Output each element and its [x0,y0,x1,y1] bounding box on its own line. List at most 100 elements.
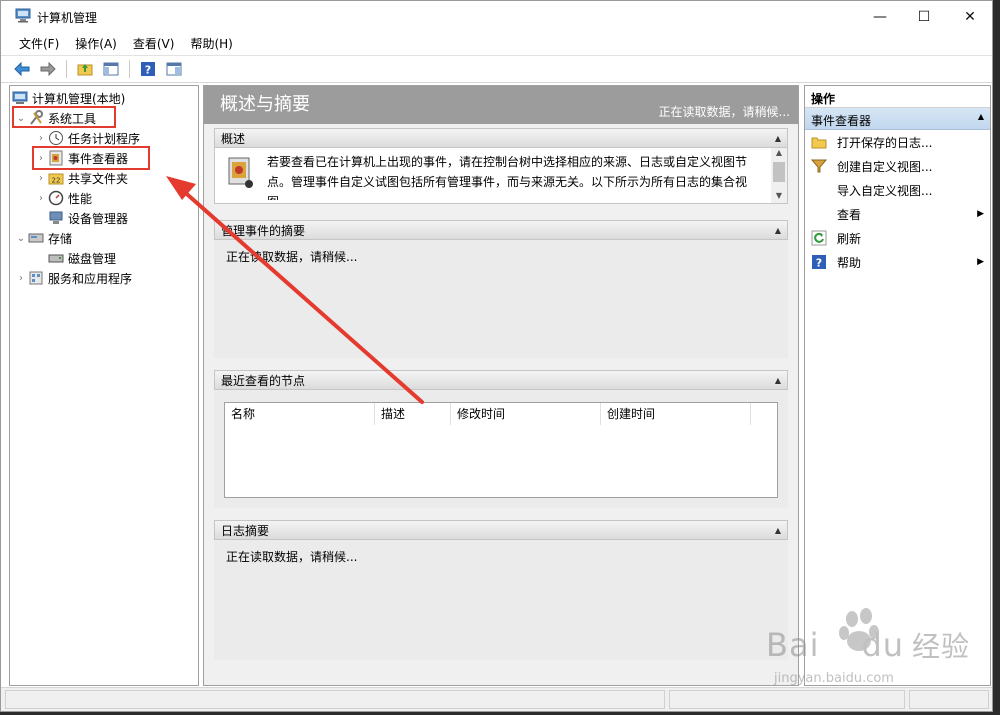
collapse-icon[interactable]: ▲ [775,134,781,143]
collapse-icon[interactable]: ▲ [775,526,781,535]
filter-icon [811,159,827,173]
menu-action[interactable]: 操作(A) [67,32,125,54]
actions-section-label: 事件查看器 [811,114,872,128]
show-hide-tree-button[interactable] [100,58,122,80]
help-button[interactable]: ? [137,58,159,80]
recent-nodes-table: 名称 描述 修改时间 创建时间 [224,402,778,498]
action-refresh[interactable]: 刷新 [805,226,990,250]
column-header-modified[interactable]: 修改时间 [451,403,601,425]
disk-icon [48,254,64,263]
submenu-arrow-icon: ▶ [977,257,984,267]
section-title: 管理事件的摘要 [221,223,306,238]
overview-description: 若要查看已在计算机上出现的事件，请在控制台树中选择相应的来源、日志或自定义视图节… [267,155,747,200]
annotation-box-system-tools [12,106,116,128]
collapse-icon[interactable]: ▲ [775,376,781,385]
clock-icon [49,131,63,145]
tree-item-storage[interactable]: ⌄ 存储 [14,228,72,248]
section-title: 日志摘要 [221,523,270,538]
toolbar-separator [129,60,130,78]
admin-events-section-header[interactable]: 管理事件的摘要 ▲ [214,220,788,240]
refresh-icon [811,230,827,246]
help-icon: ? [812,255,826,270]
recent-nodes-section-header[interactable]: 最近查看的节点 ▲ [214,370,788,390]
watermark-brand2: du [861,626,905,664]
column-header-name[interactable]: 名称 [225,403,375,425]
chevron-right-icon[interactable]: › [34,173,48,184]
overview-body: 若要查看已在计算机上出现的事件，请在控制台树中选择相应的来源、日志或自定义视图节… [214,148,788,204]
tree-item-device-manager[interactable]: 设备管理器 [48,208,128,228]
tree-item-label: 共享文件夹 [68,171,129,186]
tree-item-root[interactable]: 计算机管理(本地) [12,88,125,108]
back-arrow-icon [14,62,30,76]
action-view[interactable]: 查看 ▶ [805,202,990,226]
watermark-url: jingyan.baidu.com [774,671,894,686]
action-label: 刷新 [837,231,862,246]
action-open-saved-log[interactable]: 打开保存的日志... [805,130,990,154]
chevron-right-icon[interactable]: › [34,133,48,144]
center-header: 概述与摘要 正在读取数据，请稍候... [204,86,798,124]
section-title: 概述 [221,131,246,146]
actions-section-event-viewer[interactable]: 事件查看器 ▲ [805,108,990,130]
column-header-created[interactable]: 创建时间 [601,403,751,425]
properties-button[interactable] [163,58,185,80]
column-header-description[interactable]: 描述 [375,403,451,425]
window-title: 计算机管理 [37,11,98,25]
annotation-box-event-viewer [32,146,150,170]
menu-file[interactable]: 文件(F) [11,32,67,54]
action-help[interactable]: ? 帮助 ▶ [805,250,990,274]
shared-folder-icon: 22 [48,173,64,185]
performance-icon [48,190,64,206]
scroll-thumb[interactable] [773,162,785,182]
menu-help[interactable]: 帮助(H) [182,32,240,54]
svg-text:?: ? [145,64,151,77]
tree-item-task-scheduler[interactable]: › 任务计划程序 [34,128,140,148]
scroll-down-icon[interactable]: ▼ [771,191,787,203]
log-summary-loading-text: 正在读取数据，请稍候... [226,550,358,564]
action-label: 创建自定义视图... [837,159,933,174]
chevron-right-icon[interactable]: › [14,273,28,284]
action-label: 导入自定义视图... [837,183,933,198]
close-button[interactable]: ✕ [947,1,993,32]
forward-button[interactable] [37,58,59,80]
baidu-watermark: Bai du 经验 jingyan.baidu.com [760,605,990,695]
tree-item-shared-folders[interactable]: › 22 共享文件夹 [34,168,128,188]
title-bar: 计算机管理 — ☐ ✕ [1,1,992,32]
console-tree: 计算机管理(本地) ⌄ 系统工具 › 任务计划程序 › 事件查看器 › 22 共… [9,85,199,686]
tree-item-performance[interactable]: › 性能 [34,188,92,208]
log-summary-section: 日志摘要 ▲ 正在读取数据，请稍候... [214,520,788,660]
storage-icon [28,233,44,243]
svg-text:22: 22 [52,177,61,185]
properties-icon [166,62,182,76]
action-create-custom-view[interactable]: 创建自定义视图... [805,154,990,178]
collapse-icon[interactable]: ▲ [978,112,984,125]
maximize-button[interactable]: ☐ [901,1,947,32]
chevron-right-icon[interactable]: › [34,193,48,204]
back-button[interactable] [11,58,33,80]
show-tree-icon [103,62,119,76]
chevron-down-icon[interactable]: ⌄ [14,233,28,244]
overview-section: 概述 ▲ 若要查看已在计算机上出现的事件，请在控制台树中选择相应的来源、日志或自… [214,128,788,204]
computer-management-icon [12,91,28,104]
tree-item-label: 性能 [68,191,93,206]
admin-events-loading-text: 正在读取数据，请稍候... [226,250,358,264]
minimize-button[interactable]: — [857,1,903,32]
scroll-up-icon[interactable]: ▲ [771,148,787,160]
submenu-arrow-icon: ▶ [977,209,984,219]
forward-arrow-icon [40,62,56,76]
tree-item-label: 服务和应用程序 [48,271,133,286]
overview-section-header[interactable]: 概述 ▲ [214,128,788,148]
overview-scrollbar[interactable]: ▲ ▼ [771,148,787,203]
tree-item-services-apps[interactable]: › 服务和应用程序 [14,268,132,288]
up-level-button[interactable] [74,58,96,80]
menu-bar: 文件(F) 操作(A) 查看(V) 帮助(H) [1,32,992,54]
open-folder-icon [811,137,827,149]
menu-view[interactable]: 查看(V) [125,32,183,54]
log-summary-section-header[interactable]: 日志摘要 ▲ [214,520,788,540]
action-import-custom-view[interactable]: 导入自定义视图... [805,178,990,202]
device-manager-icon [49,211,63,224]
center-panel: 概述与摘要 正在读取数据，请稍候... 概述 ▲ 若要查看已在计算机上出现的事件… [203,85,799,686]
tree-item-disk-management[interactable]: 磁盘管理 [48,248,116,268]
collapse-icon[interactable]: ▲ [775,226,781,235]
status-segment [5,690,665,709]
tree-item-label: 计算机管理(本地) [32,91,126,106]
